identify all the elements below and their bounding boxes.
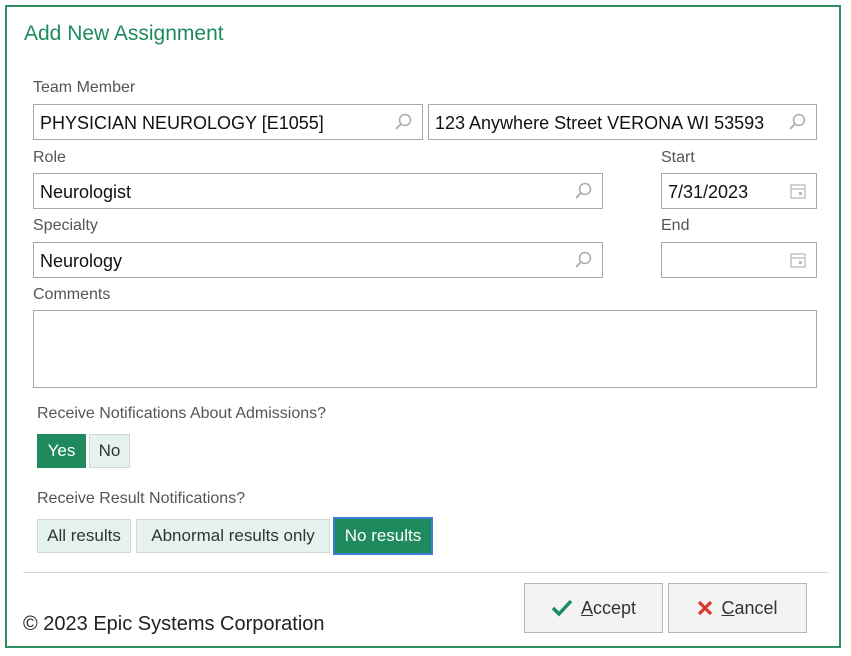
results-none-toggle[interactable]: No results	[333, 517, 433, 555]
team-member-label: Team Member	[33, 79, 136, 96]
cancel-button[interactable]: Cancel	[668, 583, 807, 633]
x-icon	[698, 600, 713, 616]
accept-label: Accept	[580, 597, 637, 618]
results-all-toggle[interactable]: All results	[37, 519, 131, 553]
start-date-value: 7/31/2023	[668, 182, 749, 202]
team-member-address-field[interactable]: 123 Anywhere Street VERONA WI 53593	[428, 104, 817, 140]
magnifier-icon[interactable]	[574, 181, 594, 201]
admissions-no-toggle[interactable]: No	[89, 434, 130, 468]
team-member-address-value: 123 Anywhere Street VERONA WI 53593	[435, 113, 765, 133]
add-assignment-dialog: Add New Assignment Team Member PHYSICIAN…	[5, 5, 841, 648]
accept-button[interactable]: Accept	[524, 583, 663, 633]
specialty-value: Neurology	[40, 251, 123, 271]
team-member-field[interactable]: PHYSICIAN NEUROLOGY [E1055]	[33, 104, 423, 140]
dialog-title: Add New Assignment	[24, 22, 224, 45]
end-label: End	[661, 217, 690, 234]
team-member-value: PHYSICIAN NEUROLOGY [E1055]	[40, 113, 324, 133]
copyright-text: © 2023 Epic Systems Corporation	[23, 613, 325, 635]
magnifier-icon[interactable]	[788, 112, 808, 132]
role-label: Role	[33, 149, 66, 166]
role-field[interactable]: Neurologist	[33, 173, 603, 209]
results-question: Receive Result Notifications?	[37, 490, 246, 507]
cancel-label: Cancel	[721, 597, 778, 618]
specialty-field[interactable]: Neurology	[33, 242, 603, 278]
calendar-icon[interactable]	[788, 181, 808, 201]
calendar-icon[interactable]	[788, 250, 808, 270]
comments-label: Comments	[33, 286, 111, 303]
start-label: Start	[661, 149, 695, 166]
admissions-question: Receive Notifications About Admissions?	[37, 405, 327, 422]
magnifier-icon[interactable]	[394, 112, 414, 132]
start-date-field[interactable]: 7/31/2023	[661, 173, 817, 209]
role-value: Neurologist	[40, 182, 132, 202]
check-icon	[551, 599, 573, 617]
specialty-label: Specialty	[33, 217, 98, 234]
magnifier-icon[interactable]	[574, 250, 594, 270]
end-date-field[interactable]	[661, 242, 817, 278]
admissions-yes-toggle[interactable]: Yes	[37, 434, 86, 468]
footer-divider	[23, 572, 829, 573]
comments-textarea[interactable]	[33, 310, 817, 388]
results-abnormal-toggle[interactable]: Abnormal results only	[136, 519, 330, 553]
